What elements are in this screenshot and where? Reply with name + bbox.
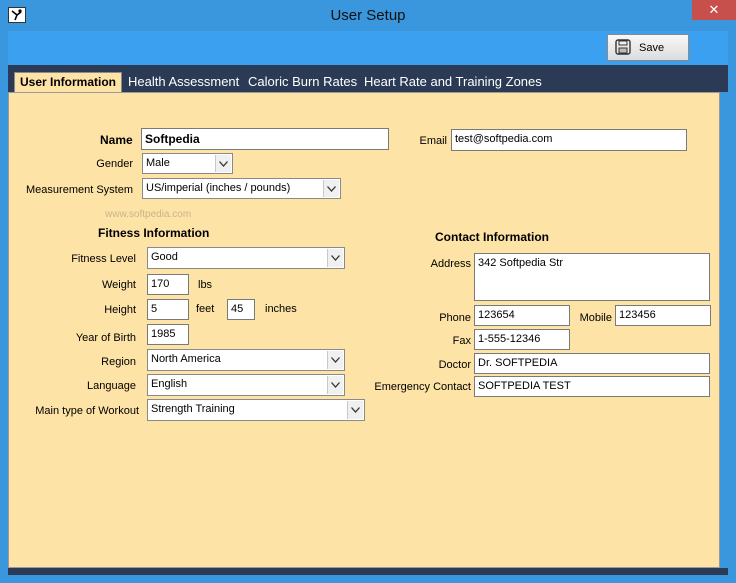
region-select[interactable]: North America <box>147 349 345 371</box>
save-icon <box>614 38 632 56</box>
gender-select[interactable]: Male <box>142 153 233 174</box>
year-of-birth-input[interactable]: 1985 <box>147 324 189 345</box>
tab-caloric-burn-rates[interactable]: Caloric Burn Rates <box>248 74 357 89</box>
save-button-label: Save <box>639 42 665 54</box>
tab-heart-rate-zones[interactable]: Heart Rate and Training Zones <box>364 74 542 89</box>
measurement-system-value: US/imperial (inches / pounds) <box>146 182 291 194</box>
measurement-system-label: Measurement System <box>26 184 133 196</box>
window-title: User Setup <box>330 7 406 24</box>
weight-label: Weight <box>101 279 136 291</box>
chevron-down-icon[interactable] <box>327 351 343 369</box>
fitness-level-value: Good <box>151 251 178 263</box>
fitness-information-header: Fitness Information <box>98 226 210 240</box>
height-feet-input[interactable]: 5 <box>147 299 189 320</box>
email-label: Email <box>419 135 447 147</box>
chevron-down-icon[interactable] <box>327 249 343 267</box>
emergency-contact-label: Emergency Contact <box>374 381 471 393</box>
address-label: Address <box>430 258 471 270</box>
workout-type-value: Strength Training <box>151 403 235 415</box>
save-button[interactable]: Save <box>607 34 689 61</box>
email-input[interactable]: test@softpedia.com <box>451 129 687 151</box>
height-inches-input[interactable]: 45 <box>227 299 255 320</box>
chevron-down-icon[interactable] <box>323 180 339 197</box>
doctor-label: Doctor <box>438 359 471 371</box>
fax-input[interactable]: 1-555-12346 <box>474 329 570 350</box>
year-of-birth-label: Year of Birth <box>75 332 136 344</box>
measurement-system-select[interactable]: US/imperial (inches / pounds) <box>142 178 341 199</box>
weight-input[interactable]: 170 <box>147 274 189 295</box>
fax-label: Fax <box>452 335 471 347</box>
language-value: English <box>151 378 188 390</box>
fitness-level-label: Fitness Level <box>71 253 136 265</box>
contact-information-header: Contact Information <box>435 230 549 244</box>
name-input[interactable]: Softpedia <box>141 128 389 150</box>
language-select[interactable]: English <box>147 374 345 396</box>
fitness-level-select[interactable]: Good <box>147 247 345 269</box>
chevron-down-icon[interactable] <box>215 155 231 172</box>
workout-type-label: Main type of Workout <box>35 405 139 417</box>
language-label: Language <box>87 380 136 392</box>
user-information-panel: Name Softpedia Gender Male Measurement S… <box>8 92 720 568</box>
tab-health-assessment[interactable]: Health Assessment <box>128 74 239 89</box>
region-value: North America <box>151 353 221 365</box>
emergency-contact-input[interactable]: SOFTPEDIA TEST <box>474 376 710 397</box>
gender-value: Male <box>146 157 170 169</box>
tab-bar: User Information Health Assessment Calor… <box>8 65 728 92</box>
name-label: Name <box>100 133 133 147</box>
title-bar: User Setup ✕ <box>0 0 736 31</box>
mobile-input[interactable]: 123456 <box>615 305 711 326</box>
address-input[interactable]: 342 Softpedia Str <box>474 253 710 301</box>
phone-label: Phone <box>439 312 471 324</box>
close-button[interactable]: ✕ <box>692 0 736 20</box>
height-label: Height <box>104 304 136 316</box>
tab-user-information[interactable]: User Information <box>14 72 123 92</box>
mobile-label: Mobile <box>579 312 612 324</box>
chevron-down-icon[interactable] <box>347 401 363 419</box>
gender-label: Gender <box>96 158 133 170</box>
phone-input[interactable]: 123654 <box>474 305 570 326</box>
watermark: www.softpedia.com <box>105 209 192 220</box>
chevron-down-icon[interactable] <box>327 376 343 394</box>
feet-unit: feet <box>196 303 215 315</box>
weight-unit: lbs <box>198 279 213 291</box>
workout-type-select[interactable]: Strength Training <box>147 399 365 421</box>
window-bottom-border <box>8 568 728 575</box>
doctor-input[interactable]: Dr. SOFTPEDIA <box>474 353 710 374</box>
region-label: Region <box>101 356 136 368</box>
inches-unit: inches <box>265 303 297 315</box>
toolbar: Save <box>8 31 728 65</box>
